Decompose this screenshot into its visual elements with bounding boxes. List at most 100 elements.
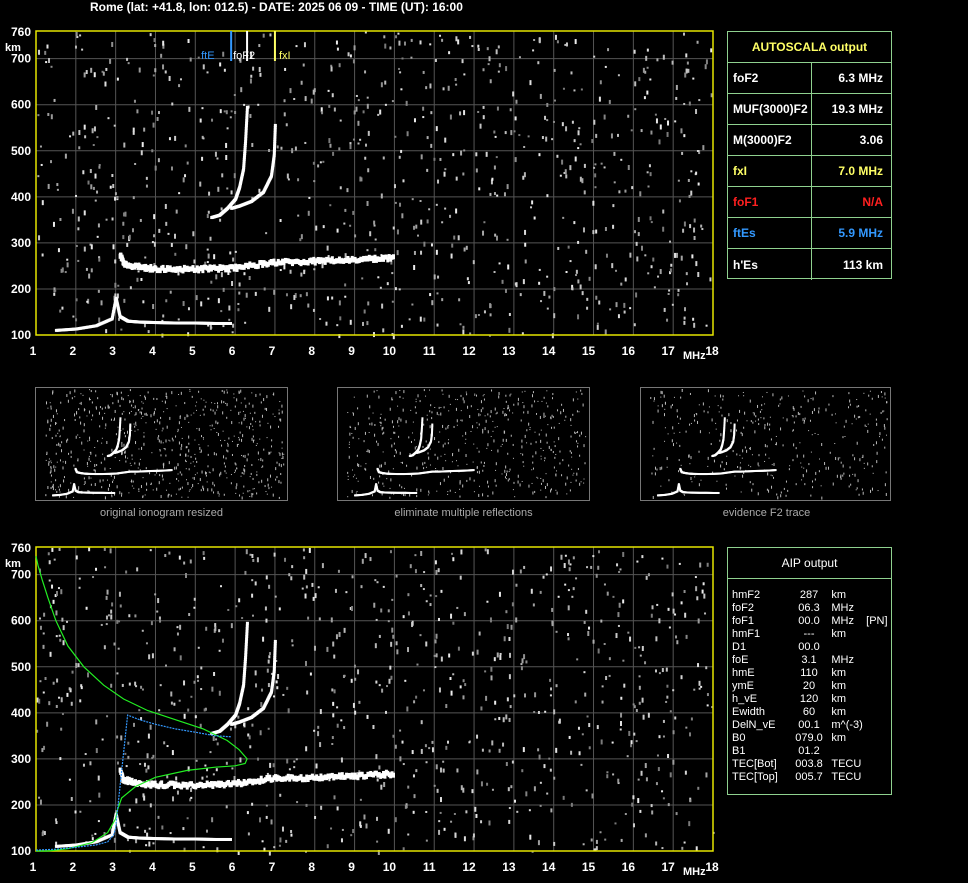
aip-cell bbox=[866, 745, 891, 758]
autoscala-value: 113 km bbox=[842, 257, 883, 272]
x-tick-label: 13 bbox=[502, 344, 516, 358]
y-tick-label: 100 bbox=[11, 328, 31, 342]
autoscala-label: fxI bbox=[728, 156, 812, 186]
x-axis-unit: MHz bbox=[683, 350, 706, 362]
main-ionogram-chart: ftE foF2 fxI1 2 3 4 5 6 7 8 9 10 11 12 13 14 15 16 17 18100… bbox=[5, 25, 719, 362]
x-tick-label: 18 bbox=[705, 344, 719, 358]
trace-e bbox=[54, 812, 232, 848]
x-tick-label: 3 bbox=[109, 860, 116, 874]
aip-cell: km bbox=[831, 693, 847, 705]
aip-cell: --- bbox=[803, 628, 815, 640]
aip-cell: 00.0 bbox=[798, 641, 820, 653]
aip-cell: MHz bbox=[831, 654, 854, 666]
thumb-caption-evidence: evidence F2 trace bbox=[722, 507, 811, 519]
aip-cell: 3.1 bbox=[801, 654, 817, 666]
aip-row: foF2 06.3 MHz bbox=[728, 602, 891, 615]
aip-cell: km bbox=[831, 667, 847, 679]
aip-cell: foF2 bbox=[732, 602, 755, 614]
autoscala-value: 6.3 MHz bbox=[838, 71, 883, 85]
aip-row: TEC[Top] 005.7 TECU bbox=[728, 771, 891, 784]
autoscala-row-ftes: ftEs 5.9 MHz bbox=[728, 218, 891, 249]
thumb-caption-eliminate: eliminate multiple reflections bbox=[394, 507, 533, 519]
aip-cell bbox=[866, 680, 891, 693]
aip-panel: AIP output hmF2 287 km foF2 06.3 MHz foF1 00.0 M… bbox=[727, 547, 892, 795]
y-tick-label: 600 bbox=[11, 614, 31, 628]
aip-cell: 110 bbox=[800, 667, 818, 679]
x-tick-label: 4 bbox=[149, 344, 156, 358]
thumb-eliminate-multiple bbox=[337, 387, 590, 501]
x-tick-label: 7 bbox=[269, 344, 276, 358]
trace-f-low bbox=[118, 252, 395, 274]
aip-row: B0 079.0 km bbox=[728, 732, 891, 745]
aip-row: Ewidth 60 km bbox=[728, 706, 891, 719]
autoscala-row-h-es: h'Es 113 km bbox=[728, 249, 891, 280]
aip-cell: 003.8 bbox=[795, 758, 823, 770]
x-tick-label: 3 bbox=[109, 344, 116, 358]
aip-cell: km bbox=[831, 732, 847, 744]
x-tick-label: 9 bbox=[348, 860, 355, 874]
autoscala-value: 5.9 MHz bbox=[838, 226, 883, 240]
thumb-evidence-f2 bbox=[640, 387, 891, 501]
aip-cell bbox=[866, 719, 891, 732]
aip-cell: 00.0 bbox=[798, 615, 820, 627]
aip-cell bbox=[866, 654, 891, 667]
aip-cell bbox=[866, 589, 891, 602]
y-tick-label: 760 bbox=[11, 25, 31, 39]
aip-cell: 005.7 bbox=[795, 771, 823, 783]
aip-cell: hmF2 bbox=[732, 589, 761, 601]
y-tick-label: 300 bbox=[11, 752, 31, 766]
aip-cell: TEC[Bot] bbox=[732, 758, 777, 770]
autoscala-title: AUTOSCALA output bbox=[728, 32, 891, 63]
aip-cell: km bbox=[831, 628, 847, 640]
x-tick-label: 12 bbox=[462, 860, 476, 874]
aip-cell: B0 bbox=[732, 732, 746, 744]
aip-cell: TECU bbox=[831, 758, 862, 770]
marker-label: foF2 bbox=[233, 50, 255, 62]
y-tick-label: 100 bbox=[11, 844, 31, 858]
autoscala-row-fxi: fxI 7.0 MHz bbox=[728, 156, 891, 187]
aip-row: hmE 110 km bbox=[728, 667, 891, 680]
x-tick-label: 6 bbox=[229, 860, 236, 874]
x-tick-label: 12 bbox=[462, 344, 476, 358]
autoscala-label: h'Es bbox=[728, 249, 812, 280]
thumb-original bbox=[35, 387, 288, 501]
aip-row: B1 01.2 bbox=[728, 745, 891, 758]
aip-row: ymE 20 km bbox=[728, 680, 891, 693]
aip-cell bbox=[831, 745, 866, 758]
x-tick-label: 16 bbox=[622, 860, 636, 874]
aip-cell: m^(-3) bbox=[831, 719, 863, 731]
aip-cell: TEC[Top] bbox=[732, 771, 778, 783]
aip-cell: 120 bbox=[799, 693, 819, 705]
aip-cell: 06.3 bbox=[798, 602, 820, 614]
aip-cell: 287 bbox=[799, 589, 819, 601]
aip-row: D1 00.0 bbox=[728, 641, 891, 654]
aip-cell: 079.0 bbox=[795, 732, 823, 744]
x-tick-label: 16 bbox=[622, 344, 636, 358]
thumb-caption-original: original ionogram resized bbox=[100, 507, 223, 519]
aip-cell: foE bbox=[732, 654, 749, 666]
x-tick-label: 15 bbox=[582, 860, 596, 874]
y-tick-label: 300 bbox=[11, 236, 31, 250]
x-tick-label: 10 bbox=[383, 860, 397, 874]
x-tick-label: 5 bbox=[189, 860, 196, 874]
aip-cell bbox=[866, 602, 891, 615]
aip-row: h_vE 120 km bbox=[728, 693, 891, 706]
y-tick-label: 500 bbox=[11, 660, 31, 674]
autoscala-label: ftEs bbox=[728, 218, 812, 248]
autoscala-label: foF1 bbox=[728, 187, 812, 217]
x-tick-label: 10 bbox=[383, 344, 397, 358]
x-tick-label: 17 bbox=[661, 860, 675, 874]
page-title: Rome (lat: +41.8, lon: 012.5) - DATE: 20… bbox=[90, 0, 463, 14]
y-tick-label: 760 bbox=[11, 541, 31, 555]
marker-label: fxI bbox=[279, 50, 291, 62]
aip-cell bbox=[866, 693, 891, 706]
x-tick-label: 8 bbox=[308, 344, 315, 358]
autoscala-value: 19.3 MHz bbox=[831, 102, 883, 116]
aip-row: TEC[Bot] 003.8 TECU bbox=[728, 758, 891, 771]
x-tick-label: 1 bbox=[30, 344, 37, 358]
aip-cell: MHz bbox=[831, 602, 854, 614]
x-tick-label: 1 bbox=[30, 860, 37, 874]
aip-cell: h_vE bbox=[732, 693, 758, 705]
trace-f-low bbox=[118, 767, 395, 790]
x-tick-label: 11 bbox=[423, 860, 436, 874]
